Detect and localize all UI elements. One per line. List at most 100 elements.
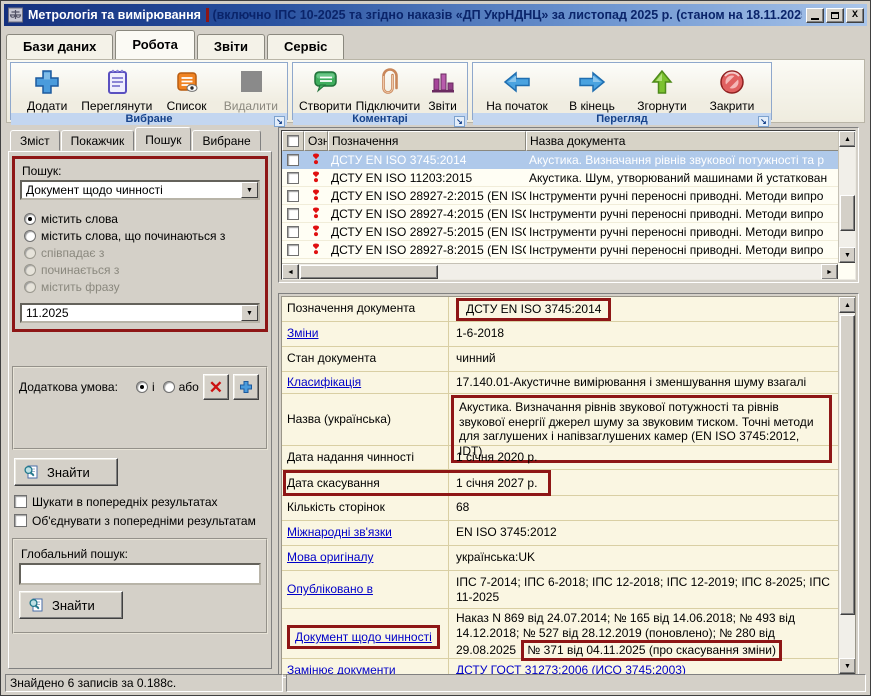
dialog-launcher-icon[interactable]: ↘ — [758, 116, 769, 127]
scrollbar-thumb[interactable] — [840, 315, 855, 615]
global-find-button[interactable]: Знайти — [19, 591, 123, 619]
merge-previous-checkbox[interactable]: Об'єднувати з попередніми результатам — [14, 511, 268, 530]
remove-condition-button[interactable]: ✕ — [203, 374, 229, 400]
ribbon-toolbar: Додати Переглянути Список Видалити Вибра… — [6, 59, 865, 123]
results-header: Озн Позначення Назва документа — [282, 131, 855, 151]
search-previous-checkbox[interactable]: Шукати в попередніх результатах — [14, 492, 268, 511]
radio-icon — [24, 281, 36, 293]
sidebar-tab-vybrane[interactable]: Вибране — [192, 130, 260, 151]
delete-button[interactable]: Видалити — [221, 65, 281, 113]
group-vybrane: Додати Переглянути Список Видалити Вибра… — [10, 62, 288, 120]
go-first-button[interactable]: На початок — [479, 65, 555, 113]
results-vertical-scrollbar[interactable]: ▲ ▼ — [838, 131, 855, 263]
match-option-contains-words[interactable]: містить слова — [24, 210, 260, 227]
dokument-chynnosti-link[interactable]: Документ щодо чинності — [295, 630, 432, 644]
maximize-button[interactable] — [826, 8, 844, 23]
add-condition-button[interactable] — [233, 374, 259, 400]
tab-bazy-danykh[interactable]: Бази даних — [6, 34, 113, 59]
table-row[interactable]: ❢ ДСТУ EN ISO 28927-5:2015 (EN ISO 289 І… — [282, 223, 855, 241]
detail-value-boxed: № 371 від 04.11.2025 (про скасування змі… — [527, 643, 776, 657]
match-option-begins[interactable]: починається з — [24, 261, 260, 278]
checkbox-icon[interactable] — [287, 154, 299, 166]
sidebar-tab-pokazhchyk[interactable]: Покажчик — [61, 130, 135, 151]
radio-icon — [24, 264, 36, 276]
checkbox-icon[interactable] — [287, 208, 299, 220]
radio-icon[interactable] — [136, 381, 148, 393]
checkbox-icon[interactable] — [287, 226, 299, 238]
scroll-up-icon[interactable]: ▲ — [839, 297, 856, 313]
attach-comment-button[interactable]: Підключити — [356, 65, 421, 113]
table-row[interactable]: ❢ ДСТУ EN ISO 11203:2015 Акустика. Шум, … — [282, 169, 855, 187]
table-row[interactable]: ❢ ДСТУ EN ISO 28927-8:2015 (EN ISO 289 І… — [282, 241, 855, 259]
search-term-select[interactable]: 11.2025 ▼ — [20, 303, 260, 323]
tab-zvity[interactable]: Звіти — [197, 34, 265, 59]
merge-previous-label: Об'єднувати з попередніми результатам — [32, 514, 256, 528]
mova-link[interactable]: Мова оригіналу — [287, 550, 373, 564]
add-button[interactable]: Додати — [17, 65, 77, 113]
checkbox-icon[interactable] — [287, 172, 299, 184]
app-window: Метрологія та вимірювання (включно ІПС 1… — [0, 0, 871, 696]
exclamation-icon: ❢ — [310, 207, 322, 221]
search-term-value: 11.2025 — [22, 306, 241, 320]
list-button[interactable]: Список — [156, 65, 216, 113]
opublikovano-link[interactable]: Опубліковано в — [287, 582, 373, 596]
sidebar-tab-bar: Зміст Покажчик Пошук Вибране — [8, 127, 272, 151]
detail-row-zminy: Зміни 1-6-2018 — [282, 322, 838, 347]
select-all-header[interactable] — [282, 131, 304, 151]
column-header-designation[interactable]: Позначення — [328, 131, 526, 151]
column-header-mark[interactable]: Озн — [304, 131, 328, 151]
zminy-link[interactable]: Зміни — [287, 326, 319, 340]
klasyfikacija-link[interactable]: Класифікація — [287, 375, 361, 389]
close-button[interactable]: X — [846, 8, 864, 23]
detail-row-nazva: Назва (українська) Акустика. Визначання … — [282, 394, 838, 446]
find-button[interactable]: Знайти — [14, 458, 118, 486]
tab-servis[interactable]: Сервіс — [267, 34, 344, 59]
reports-button[interactable]: Звіти — [424, 65, 461, 113]
scrollbar-thumb[interactable] — [840, 195, 855, 231]
sidebar-tab-poshuk[interactable]: Пошук — [135, 127, 191, 151]
checkbox-icon[interactable] — [287, 190, 299, 202]
detail-vertical-scrollbar[interactable]: ▲ ▼ — [838, 297, 855, 674]
table-row[interactable]: ❢ ДСТУ EN ISO 28927-2:2015 (EN ISO 289 І… — [282, 187, 855, 205]
speech-bubble-icon — [309, 66, 341, 98]
tab-robota[interactable]: Робота — [115, 30, 195, 59]
results-horizontal-scrollbar[interactable]: ◄ ► — [282, 263, 838, 279]
match-option-starting-with[interactable]: містить слова, що починаються з — [24, 227, 260, 244]
close-icon: X — [852, 10, 858, 21]
table-row[interactable]: ❢ ДСТУ EN ISO 3745:2014 Акустика. Визнач… — [282, 151, 855, 169]
view-button[interactable]: Переглянути — [81, 65, 152, 113]
dialog-launcher-icon[interactable]: ↘ — [274, 116, 285, 127]
match-option-equals[interactable]: співпадає з — [24, 244, 260, 261]
collapse-button[interactable]: Згорнути — [629, 65, 695, 113]
close-db-button[interactable]: Закрити — [699, 65, 765, 113]
group-perehliad: На початок В кінець Згорнути Закрити Пер… — [472, 62, 772, 120]
checkbox-icon[interactable] — [287, 244, 299, 256]
table-row[interactable]: ❢ ДСТУ EN ISO 28927-4:2015 (EN ISO 289 І… — [282, 205, 855, 223]
column-header-name[interactable]: Назва документа — [526, 131, 855, 151]
minimize-button[interactable] — [806, 8, 824, 23]
search-field-select[interactable]: Документ щодо чинності ▼ — [20, 180, 260, 200]
go-last-button[interactable]: В кінець — [559, 65, 625, 113]
global-search-input[interactable] — [19, 563, 261, 585]
search-panel: Пошук: Документ щодо чинності ▼ містить … — [8, 151, 272, 669]
scroll-right-icon[interactable]: ► — [821, 264, 838, 280]
scroll-down-icon[interactable]: ▼ — [839, 658, 856, 674]
mizhnarodni-link[interactable]: Міжнародні зв'язки — [287, 525, 392, 539]
create-comment-button[interactable]: Створити — [299, 65, 352, 113]
scroll-down-icon[interactable]: ▼ — [839, 247, 856, 263]
scrollbar-thumb[interactable] — [300, 265, 438, 279]
dialog-launcher-icon[interactable]: ↘ — [454, 116, 465, 127]
search-label: Пошук: — [22, 164, 260, 178]
radio-icon[interactable] — [163, 381, 175, 393]
chevron-down-icon[interactable]: ▼ — [241, 305, 258, 321]
sidebar-tab-zmist[interactable]: Зміст — [10, 130, 60, 151]
go-last-label: В кінець — [569, 99, 615, 113]
match-option-phrase[interactable]: містить фразу — [24, 278, 260, 295]
status-bar: Знайдено 6 записів за 0.188с. — [3, 674, 868, 692]
chevron-down-icon[interactable]: ▼ — [241, 182, 258, 198]
match-option-label: містить фразу — [41, 280, 120, 294]
search-previous-label: Шукати в попередніх результатах — [32, 495, 218, 509]
scroll-up-icon[interactable]: ▲ — [839, 131, 856, 147]
scroll-left-icon[interactable]: ◄ — [282, 264, 299, 280]
notepad-icon — [101, 66, 133, 98]
